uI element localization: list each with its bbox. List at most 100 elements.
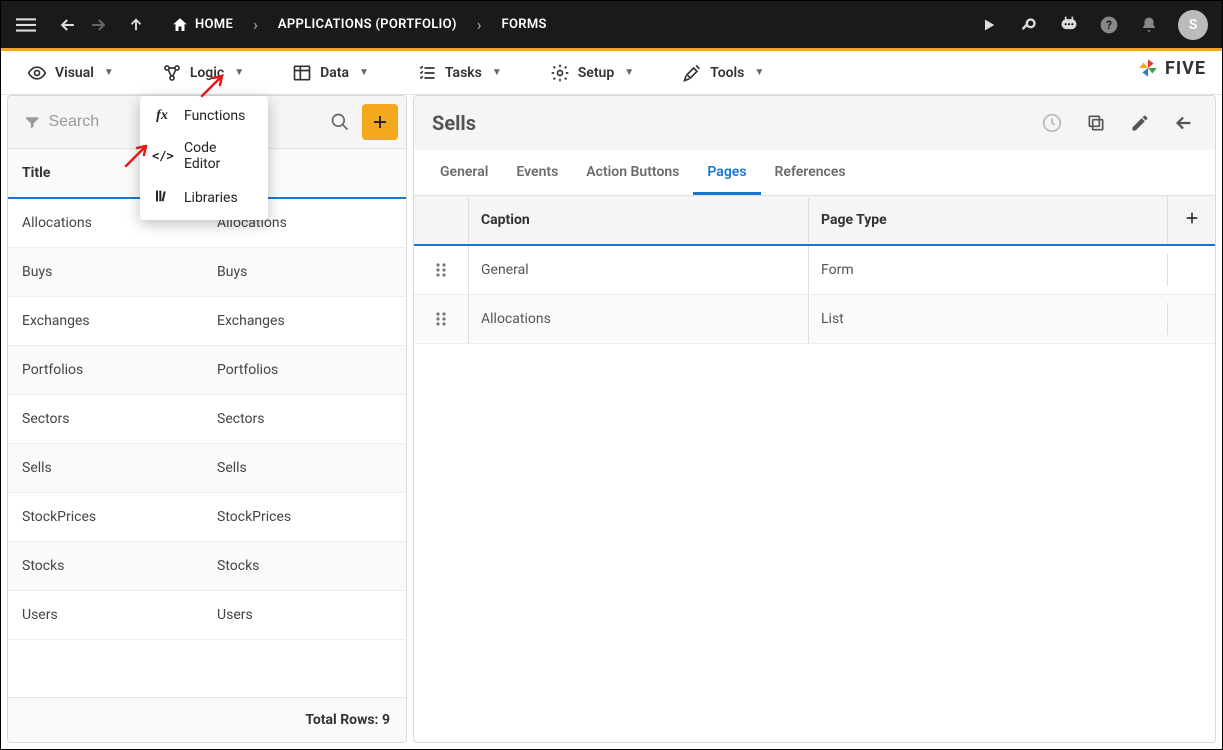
- cell-id: Sectors: [203, 395, 406, 443]
- svg-text:?: ?: [1106, 18, 1112, 32]
- tab-references[interactable]: References: [761, 150, 860, 195]
- back-arrow-icon[interactable]: [1171, 110, 1197, 136]
- search-button[interactable]: [322, 104, 358, 140]
- eye-icon: [27, 63, 47, 83]
- add-button[interactable]: [362, 104, 398, 140]
- dropdown-label: Code Editor: [184, 140, 256, 172]
- cell-id: Stocks: [203, 542, 406, 590]
- tab-general[interactable]: General: [426, 150, 502, 195]
- table-row[interactable]: BuysBuys: [8, 248, 406, 297]
- logic-dropdown: fx Functions </> Code Editor Libraries: [140, 96, 268, 220]
- drag-handle-icon[interactable]: [414, 246, 468, 294]
- search-icon[interactable]: [1018, 14, 1040, 36]
- brand-text: FIVE: [1165, 58, 1206, 79]
- history-icon: [1039, 110, 1065, 136]
- table-row[interactable]: Allocations List: [414, 295, 1215, 344]
- cell-page-type: List: [808, 295, 1167, 343]
- breadcrumb-label: HOME: [195, 17, 233, 32]
- brand-pinwheel-icon: [1137, 57, 1159, 79]
- search-icon: [330, 112, 350, 132]
- menu-icon[interactable]: [15, 14, 37, 36]
- cell-id: Sells: [203, 444, 406, 492]
- dropdown-label: Functions: [184, 108, 245, 124]
- brand-logo: FIVE: [1137, 57, 1206, 79]
- tasks-icon: [417, 63, 437, 83]
- top-bar: HOME › APPLICATIONS (PORTFOLIO) › FORMS …: [1, 1, 1222, 51]
- tab-action-buttons[interactable]: Action Buttons: [572, 150, 693, 195]
- tab-pages[interactable]: Pages: [693, 150, 760, 195]
- breadcrumb-label: FORMS: [502, 17, 547, 32]
- cell-page-type: Form: [808, 246, 1167, 294]
- cell-id: Buys: [203, 248, 406, 296]
- table-row[interactable]: SectorsSectors: [8, 395, 406, 444]
- chat-icon[interactable]: [1058, 14, 1080, 36]
- breadcrumb-applications[interactable]: APPLICATIONS (PORTFOLIO): [272, 17, 463, 32]
- detail-panel: Sells GeneralEventsAction ButtonsPagesRe…: [413, 95, 1216, 743]
- table-row[interactable]: SellsSells: [8, 444, 406, 493]
- breadcrumb-home[interactable]: HOME: [165, 16, 239, 34]
- breadcrumb-forms[interactable]: FORMS: [496, 17, 553, 32]
- menu-label: Tools: [710, 65, 744, 81]
- table-row[interactable]: ExchangesExchanges: [8, 297, 406, 346]
- dropdown-label: Libraries: [184, 190, 238, 206]
- menu-setup[interactable]: Setup▼: [540, 57, 644, 89]
- gear-icon: [550, 63, 570, 83]
- cell-caption: Allocations: [468, 295, 808, 343]
- cell-caption: General: [468, 246, 808, 294]
- pages-table-header: Caption Page Type: [414, 196, 1215, 246]
- logic-icon: [162, 63, 182, 83]
- menu-logic[interactable]: Logic▼: [152, 57, 254, 89]
- table-row[interactable]: UsersUsers: [8, 591, 406, 640]
- plus-icon: [371, 113, 389, 131]
- menu-label: Logic: [190, 65, 224, 81]
- menu-data[interactable]: Data▼: [282, 57, 379, 89]
- cell-title: Stocks: [8, 542, 203, 590]
- bell-icon[interactable]: [1138, 14, 1160, 36]
- menu-label: Setup: [578, 65, 614, 81]
- cell-title: StockPrices: [8, 493, 203, 541]
- menu-label: Data: [320, 65, 349, 81]
- menu-tasks[interactable]: Tasks▼: [407, 57, 512, 89]
- forms-table: Title ID AllocationsAllocationsBuysBuysE…: [8, 149, 406, 742]
- detail-header: Sells: [414, 96, 1215, 150]
- cell-id: StockPrices: [203, 493, 406, 541]
- menu-visual[interactable]: Visual▼: [17, 57, 124, 89]
- toolbar: Visual▼ Logic▼ Data▼ Tasks▼ Setup▼ Tools…: [1, 51, 1222, 95]
- cell-id: Portfolios: [203, 346, 406, 394]
- table-icon: [292, 63, 312, 83]
- avatar-initial: S: [1189, 17, 1198, 33]
- up-icon[interactable]: [125, 14, 147, 36]
- table-row[interactable]: StockPricesStockPrices: [8, 493, 406, 542]
- dropdown-item-libraries[interactable]: Libraries: [140, 180, 268, 216]
- copy-icon[interactable]: [1083, 110, 1109, 136]
- edit-icon[interactable]: [1127, 110, 1153, 136]
- cell-title: Portfolios: [8, 346, 203, 394]
- cell-title: Users: [8, 591, 203, 639]
- col-page-type[interactable]: Page Type: [808, 198, 1167, 242]
- table-row[interactable]: General Form: [414, 246, 1215, 295]
- filter-icon[interactable]: [24, 113, 40, 131]
- add-page-button[interactable]: [1167, 196, 1215, 244]
- table-row[interactable]: PortfoliosPortfolios: [8, 346, 406, 395]
- help-icon[interactable]: ?: [1098, 14, 1120, 36]
- back-icon[interactable]: [57, 14, 79, 36]
- cell-title: Buys: [8, 248, 203, 296]
- col-caption[interactable]: Caption: [468, 198, 808, 242]
- avatar[interactable]: S: [1178, 10, 1208, 40]
- cell-title: Sells: [8, 444, 203, 492]
- forward-icon: [87, 14, 109, 36]
- drag-handle-icon[interactable]: [414, 295, 468, 343]
- menu-label: Tasks: [445, 65, 482, 81]
- tab-events[interactable]: Events: [502, 150, 572, 195]
- play-icon[interactable]: [978, 14, 1000, 36]
- dropdown-item-functions[interactable]: fx Functions: [140, 100, 268, 132]
- chevron-right-icon: ›: [247, 15, 264, 34]
- menu-tools[interactable]: Tools▼: [672, 57, 774, 89]
- page-title: Sells: [432, 111, 476, 135]
- tools-icon: [682, 63, 702, 83]
- home-icon: [171, 16, 189, 34]
- dropdown-item-code-editor[interactable]: </> Code Editor: [140, 132, 268, 180]
- code-icon: </>: [152, 149, 172, 163]
- table-footer: Total Rows: 9: [8, 697, 406, 742]
- table-row[interactable]: StocksStocks: [8, 542, 406, 591]
